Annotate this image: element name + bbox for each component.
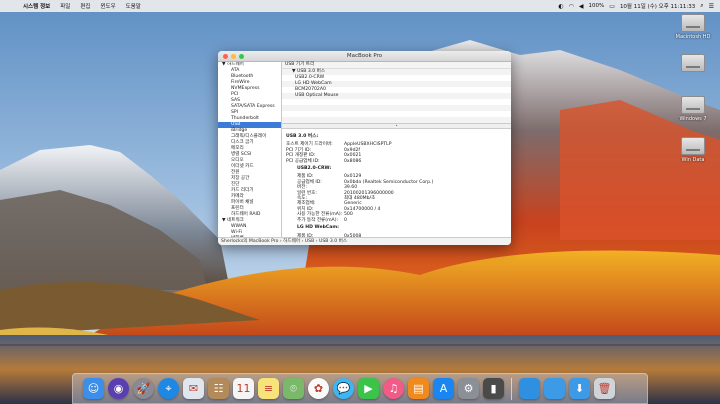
menu-window[interactable]: 윈도우 [95, 2, 120, 10]
battery-percent[interactable]: 100% [589, 3, 605, 9]
menu-bar: 시스템 정보 파일 편집 윈도우 도움말 ◐ ◠ ◀ 100% ▭ 10월 11… [0, 0, 720, 12]
detail-pane: USB 3.0 버스: 호스트 제어기 드라이버: AppleUSBXHCISPT… [282, 129, 511, 242]
finder-icon[interactable]: ☺ [83, 378, 104, 399]
appstore-icon[interactable]: A [433, 378, 454, 399]
usb-device-tree: ▼ USB 3.0 버스 USB2.0-CRW LG HD WebCam BCM207… [282, 69, 511, 124]
desktop-disk-windows-7[interactable]: Windows 7 [671, 96, 715, 122]
safari-icon[interactable]: ⌖ [158, 378, 179, 399]
menu-clock[interactable]: 10월 11일 (수) 오후 11:11:33 [620, 2, 695, 10]
property-key: PCI 공급업체 ID: [286, 158, 320, 164]
hard-drive-icon [681, 96, 705, 114]
downloads-stack-icon[interactable]: ⬇ [569, 378, 590, 399]
menu-file[interactable]: 파일 [55, 2, 75, 10]
tree-column-header[interactable]: USB 기기 트리 [282, 62, 511, 69]
menu-edit[interactable]: 편집 [75, 2, 95, 10]
volume-icon[interactable]: ◀ [579, 3, 584, 10]
facetime-icon[interactable]: ▶ [358, 378, 379, 399]
tree-empty-row [282, 117, 511, 123]
notification-center-icon[interactable]: ☰ [709, 3, 714, 10]
maps-icon[interactable]: ⌾ [283, 378, 304, 399]
window-titlebar[interactable]: MacBook Pro [218, 51, 511, 62]
main-pane: USB 기기 트리 ▼ USB 3.0 버스 USB2.0-CRW LG HD We… [282, 62, 511, 239]
wifi-icon[interactable]: ◠ [569, 3, 574, 10]
device-fields: 제품 ID: 0x0129 공급업체 ID: 0x0bda (Realtek Semi… [297, 174, 507, 223]
battery-icon[interactable]: ▭ [609, 3, 615, 10]
window-title: MacBook Pro [346, 53, 383, 59]
hard-drive-icon [681, 14, 705, 32]
menu-help[interactable]: 도움말 [121, 2, 146, 10]
bus-fields: 호스트 제어기 드라이버: AppleUSBXHCISPTLP PCI 기기 ID:… [286, 142, 507, 164]
desktop-disk-label: Win Data [681, 157, 705, 163]
documents-folder-icon[interactable] [544, 378, 565, 399]
photos-icon[interactable]: ✿ [308, 378, 329, 399]
menu-app-name[interactable]: 시스템 정보 [18, 2, 55, 10]
desktop-disk-label: Macintosh HD [675, 34, 711, 40]
hard-drive-icon [681, 54, 705, 72]
path-bar[interactable]: Sherlocks의 MacBook Pro › 하드웨어 › USB › US… [218, 237, 511, 245]
dock: ☺ ◉ 🚀 ⌖ ✉ ☷ 11 ≡ ⌾ ✿ 💬 ▶ ♫ ▤ A ⚙ ▮ ⬇ 🗑 [72, 373, 648, 404]
property-row: PCI 공급업체 ID: 0x8086 [286, 159, 507, 164]
desktop-disk-win-data[interactable]: Win Data [671, 137, 715, 163]
system-information-window: MacBook Pro ▼ 하드웨어 ATA Bluetooth FireWire NV… [218, 51, 511, 245]
device-section-usb2-crw: USB2.0-CRW: 제품 ID: 0x0129 공급업체 ID: 0x0bda (… [286, 166, 507, 239]
device-title: USB2.0-CRW: [297, 166, 332, 172]
desktop-disk-macintosh-hd[interactable]: Macintosh HD [671, 14, 715, 40]
property-value: 0 [344, 217, 347, 223]
messages-icon[interactable]: 💬 [333, 378, 354, 399]
dock-separator [511, 377, 512, 400]
calendar-icon[interactable]: 11 [233, 378, 254, 399]
launchpad-icon[interactable]: 🚀 [133, 378, 154, 399]
desktop-disk-label: Windows 7 [679, 116, 707, 122]
property-value: 0x0bda (Realtek Semiconductor Corp.) [344, 179, 434, 185]
spotlight-icon[interactable]: ⌕ [700, 2, 703, 10]
contacts-icon[interactable]: ☷ [208, 378, 229, 399]
system-information-icon[interactable]: ▮ [483, 378, 504, 399]
category-sidebar: ▼ 하드웨어 ATA Bluetooth FireWire NVMExpress PCI S… [218, 62, 282, 237]
notes-icon[interactable]: ≡ [258, 378, 279, 399]
hard-drive-icon [681, 137, 705, 155]
property-row: 추가 동작 전류(mA): 0 [297, 218, 507, 223]
ibooks-icon[interactable]: ▤ [408, 378, 429, 399]
mail-icon[interactable]: ✉ [183, 378, 204, 399]
airdrop-icon[interactable]: ◐ [558, 3, 563, 10]
itunes-icon[interactable]: ♫ [383, 378, 404, 399]
downloads-folder-icon[interactable] [519, 378, 540, 399]
bus-title: USB 3.0 버스: [286, 134, 319, 139]
siri-icon[interactable]: ◉ [108, 378, 129, 399]
desktop-disk-2[interactable] [671, 54, 715, 74]
system-preferences-icon[interactable]: ⚙ [458, 378, 479, 399]
trash-icon[interactable]: 🗑 [594, 378, 615, 399]
property-value: 0x8086 [344, 158, 362, 164]
status-area: ◐ ◠ ◀ 100% ▭ 10월 11일 (수) 오후 11:11:33 ⌕ ☰ [558, 2, 720, 10]
device-title: LG HD WebCam: [297, 225, 339, 231]
property-key: 추가 동작 전류(mA): [297, 217, 339, 223]
